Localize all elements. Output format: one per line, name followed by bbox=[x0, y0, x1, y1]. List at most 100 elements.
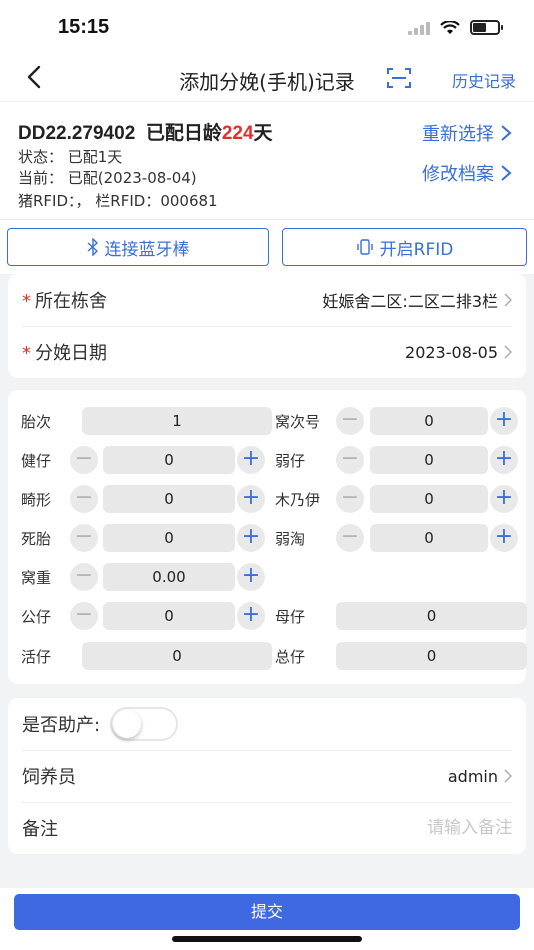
stillborn-plus-button[interactable]: + bbox=[237, 524, 265, 552]
chevron-right-icon bbox=[504, 293, 512, 307]
pig-info-card: DD22.279402 已配日龄224天 状态： 已配1天 当前： 已配(202… bbox=[0, 102, 534, 220]
alive-label: 活仔 bbox=[21, 648, 52, 666]
female-label: 母仔 bbox=[275, 608, 306, 626]
mummy-minus-button[interactable]: − bbox=[336, 485, 364, 513]
weak-cull-label: 弱淘 bbox=[275, 530, 306, 548]
scan-icon[interactable] bbox=[386, 66, 412, 90]
bluetooth-label: 连接蓝牙棒 bbox=[104, 239, 190, 260]
stillborn-field[interactable]: 0 bbox=[103, 524, 235, 552]
weak-cull-field[interactable]: 0 bbox=[370, 524, 488, 552]
keeper-value: admin bbox=[448, 767, 512, 786]
litter-no-plus-button[interactable]: + bbox=[490, 407, 518, 435]
keeper-row[interactable]: 饲养员 admin bbox=[8, 750, 526, 802]
deformed-plus-button[interactable]: + bbox=[237, 485, 265, 513]
date-label: * 分娩日期 bbox=[22, 343, 107, 364]
chevron-right-icon bbox=[504, 345, 512, 359]
history-link[interactable]: 历史记录 bbox=[452, 68, 516, 92]
reselect-label: 重新选择 bbox=[422, 124, 494, 145]
barn-value: 妊娠舍二区:二区二排3栏 bbox=[322, 288, 512, 312]
pig-id-line: DD22.279402 已配日龄224天 bbox=[18, 118, 273, 145]
submit-button[interactable]: 提交 bbox=[14, 894, 520, 930]
weak-cull-plus-button[interactable]: + bbox=[490, 524, 518, 552]
assisted-toggle[interactable] bbox=[110, 707, 179, 741]
weak-label: 弱仔 bbox=[275, 452, 306, 470]
weak-field[interactable]: 0 bbox=[370, 446, 488, 474]
status-bar: 15:15 bbox=[0, 0, 534, 54]
healthy-plus-button[interactable]: + bbox=[237, 446, 265, 474]
male-field[interactable]: 0 bbox=[103, 602, 235, 630]
bluetooth-icon bbox=[87, 238, 98, 256]
litter-stats-card: 胎次 1 窝次号 − 0 + 健仔 − 0 + 弱仔 − 0 + 畸形 − 0 … bbox=[8, 390, 527, 684]
required-mark: * bbox=[22, 343, 31, 364]
edit-profile-button[interactable]: 修改档案 bbox=[422, 160, 512, 186]
footer: 提交 bbox=[0, 888, 534, 950]
litter-no-minus-button[interactable]: − bbox=[336, 407, 364, 435]
mummy-field[interactable]: 0 bbox=[370, 485, 488, 513]
weak-cull-minus-button[interactable]: − bbox=[336, 524, 364, 552]
total-field: 0 bbox=[336, 642, 527, 670]
weak-minus-button[interactable]: − bbox=[336, 446, 364, 474]
home-indicator bbox=[172, 936, 362, 942]
wifi-icon bbox=[440, 20, 460, 34]
nav-bar: 添加分娩(手机)记录 历史记录 bbox=[0, 54, 534, 102]
required-mark: * bbox=[22, 291, 31, 312]
signal-icon bbox=[408, 21, 430, 35]
chevron-right-icon bbox=[501, 125, 512, 141]
female-field: 0 bbox=[336, 602, 527, 630]
male-label: 公仔 bbox=[21, 608, 52, 626]
litter-weight-label: 窝重 bbox=[21, 569, 52, 587]
total-label: 总仔 bbox=[275, 648, 306, 666]
deformed-minus-button[interactable]: − bbox=[70, 485, 98, 513]
vibrate-icon bbox=[356, 239, 373, 255]
connect-bluetooth-button[interactable]: 连接蓝牙棒 bbox=[7, 228, 269, 266]
litter-weight-plus-button[interactable]: + bbox=[237, 563, 265, 591]
age-prefix: 已配日龄 bbox=[145, 123, 222, 144]
male-minus-button[interactable]: − bbox=[70, 602, 98, 630]
assisted-label: 是否助产: bbox=[22, 715, 101, 736]
reselect-button[interactable]: 重新选择 bbox=[422, 120, 512, 146]
litter-no-label: 窝次号 bbox=[275, 413, 321, 431]
date-row[interactable]: * 分娩日期 2023-08-05 bbox=[8, 326, 526, 378]
age-value: 224 bbox=[221, 123, 254, 144]
extra-form: 是否助产: 饲养员 admin 备注 bbox=[8, 698, 526, 854]
healthy-field[interactable]: 0 bbox=[103, 446, 235, 474]
pig-current: 当前： 已配(2023-08-04) bbox=[18, 169, 197, 187]
mummy-plus-button[interactable]: + bbox=[490, 485, 518, 513]
mummy-label: 木乃伊 bbox=[275, 491, 321, 509]
location-form: * 所在栋舍 妊娠舍二区:二区二排3栏 * 分娩日期 2023-08-05 bbox=[8, 274, 526, 378]
litter-no-field[interactable]: 0 bbox=[370, 407, 488, 435]
pig-status: 状态： 已配1天 bbox=[18, 148, 123, 166]
healthy-minus-button[interactable]: − bbox=[70, 446, 98, 474]
healthy-label: 健仔 bbox=[21, 452, 52, 470]
pig-rfid: 猪RFID：， 栏RFID：000681 bbox=[18, 192, 218, 210]
date-value: 2023-08-05 bbox=[405, 343, 512, 362]
deformed-label: 畸形 bbox=[21, 491, 52, 509]
alive-field: 0 bbox=[82, 642, 272, 670]
weak-plus-button[interactable]: + bbox=[490, 446, 518, 474]
pig-id: DD22.279402 bbox=[18, 123, 136, 144]
remark-input[interactable] bbox=[312, 818, 512, 838]
status-time: 15:15 bbox=[58, 16, 110, 38]
toggle-knob bbox=[113, 710, 142, 738]
male-plus-button[interactable]: + bbox=[237, 602, 265, 630]
status-icons bbox=[408, 20, 503, 35]
litter-weight-field[interactable]: 0.00 bbox=[103, 563, 235, 591]
keeper-label: 饲养员 bbox=[22, 767, 76, 788]
parity-field: 1 bbox=[82, 407, 272, 435]
remark-label: 备注 bbox=[22, 819, 58, 840]
assisted-row: 是否助产: bbox=[8, 698, 526, 750]
enable-rfid-button[interactable]: 开启RFID bbox=[282, 228, 527, 266]
edit-profile-label: 修改档案 bbox=[422, 164, 494, 185]
chevron-right-icon bbox=[501, 165, 512, 181]
device-buttons-row: 连接蓝牙棒 开启RFID bbox=[0, 220, 534, 274]
stillborn-minus-button[interactable]: − bbox=[70, 524, 98, 552]
battery-icon bbox=[470, 20, 503, 35]
parity-label: 胎次 bbox=[21, 413, 52, 431]
stillborn-label: 死胎 bbox=[21, 530, 52, 548]
chevron-right-icon bbox=[504, 769, 512, 783]
barn-label: * 所在栋舍 bbox=[22, 291, 107, 312]
deformed-field[interactable]: 0 bbox=[103, 485, 235, 513]
barn-row[interactable]: * 所在栋舍 妊娠舍二区:二区二排3栏 bbox=[8, 274, 526, 326]
litter-weight-minus-button[interactable]: − bbox=[70, 563, 98, 591]
age-suffix: 天 bbox=[253, 123, 273, 144]
